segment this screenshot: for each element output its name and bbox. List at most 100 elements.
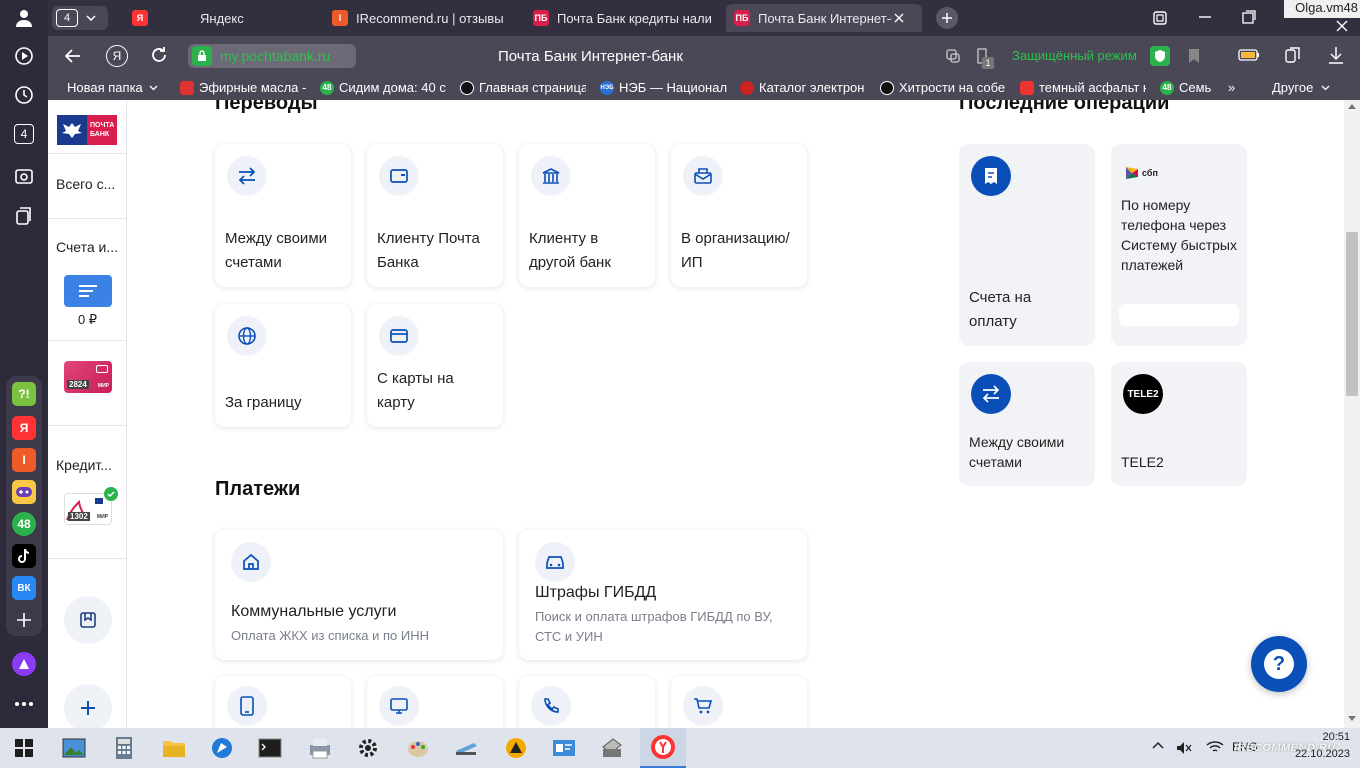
bookmark-item[interactable]: 48 Семь [1160,80,1216,95]
battery-icon[interactable] [1238,49,1260,61]
bookmark-item[interactable]: темный асфальт н [1020,80,1146,95]
bookmark-item[interactable]: Главная страница [460,80,586,95]
paint-icon[interactable] [404,734,432,762]
yandex-button-icon[interactable]: Я [106,45,128,67]
browser-blue-icon[interactable] [208,734,236,762]
app-yandex[interactable]: Я [12,416,36,440]
url-field[interactable]: my.pochtabank.ru [188,44,356,68]
bookmark-item[interactable]: Каталог электрон [740,80,866,95]
credit-label[interactable]: Кредит... [56,457,112,473]
yandex-favicon: Я [132,10,148,26]
photos-app-icon[interactable] [60,734,88,762]
add-app-icon[interactable] [12,608,36,632]
download-icon[interactable] [1328,46,1344,64]
tray-chevron-up-icon[interactable] [1152,741,1164,749]
help-button[interactable]: ? [1251,636,1307,692]
transfer-other-bank[interactable]: Клиенту в другой банк [519,144,655,287]
payment-shopping[interactable] [671,676,807,728]
printer-app-icon[interactable] [306,734,334,762]
payment-landline[interactable] [519,676,655,728]
more-icon[interactable] [12,692,36,716]
reload-icon[interactable] [150,46,168,64]
translate-icon[interactable] [945,48,961,64]
total-label[interactable]: Всего с... [56,176,115,192]
payment-internet-tv[interactable] [367,676,503,728]
yandex-browser-taskbar[interactable] [640,728,686,768]
app-tiktok-icon[interactable] [12,544,36,568]
scanner-icon[interactable] [452,734,480,762]
scroll-down-icon[interactable] [1348,716,1356,721]
app-irecommend[interactable]: I [12,448,36,472]
bookmark-icon[interactable] [1188,48,1200,64]
protect-mode-label[interactable]: Защищённый режим [1012,48,1137,63]
app-games-icon[interactable] [12,480,36,504]
recent-tele2[interactable]: TELE2 TELE2 [1111,362,1247,486]
transfer-abroad[interactable]: За границу [215,304,351,427]
bookmark-item[interactable]: НЭБ НЭБ — Национал [600,80,728,95]
payment-traffic-fines[interactable]: Штрафы ГИБДД Поиск и оплата штрафов ГИБД… [519,530,807,660]
bank-logo[interactable]: ПОЧТА БАНК [57,115,117,145]
bookmarks-panel-icon[interactable] [1152,10,1168,26]
tab-counter: 4 [56,9,78,27]
app-48[interactable]: 48 [12,512,36,536]
payment-mobile[interactable] [215,676,351,728]
app-answers[interactable]: ?! [12,382,36,406]
bookmark-item[interactable]: 48 Сидим дома: 40 с [320,80,448,95]
close-tab-icon[interactable] [894,13,904,23]
scroll-up-icon[interactable] [1348,104,1356,109]
add-product-button[interactable] [64,684,112,728]
account-card-icon[interactable] [64,275,112,307]
play-icon[interactable] [12,44,36,68]
tab-pochtabank-online[interactable]: ПБ Почта Банк Интернет-б [726,4,922,32]
shield-icon[interactable] [1150,46,1170,66]
clock-date[interactable]: 22.10.2023 [1280,748,1350,760]
maximize-icon[interactable] [1242,10,1256,24]
bookmark-item[interactable]: Эфирные масла - [180,80,308,95]
fax-icon[interactable] [598,734,626,762]
recent-heading: Последние операции [959,100,1170,114]
scroll-thumb[interactable] [1346,232,1358,396]
transfer-card-to-card[interactable]: С карты на карту [367,304,503,427]
bookmarks-other-folder[interactable]: Другое [1272,80,1330,95]
warning-app-icon[interactable] [502,734,530,762]
recent-sbp[interactable]: сбп По номеру телефона через Систему быс… [1111,144,1247,346]
history-icon[interactable] [12,83,36,107]
transfer-organization[interactable]: В организацию/ ИП [671,144,807,287]
settings-gear-icon[interactable] [354,734,382,762]
tab-irecommend[interactable]: I IRecommend.ru | отзывы [332,4,522,32]
tab-pochtabank-credit[interactable]: ПБ Почта Банк кредиты нали [533,4,723,32]
collections-panel-icon[interactable] [1284,46,1302,64]
transfer-pochtabank-client[interactable]: Клиенту Почта Банка [367,144,503,287]
page-scrollbar[interactable] [1344,100,1360,728]
terminal-icon[interactable] [256,734,284,762]
bookmark-item[interactable]: Хитрости на собе [880,80,1006,95]
bookmark-folder[interactable]: Новая папка [67,80,167,95]
transfer-own-accounts[interactable]: Между своими счетами [215,144,351,287]
back-icon[interactable] [64,47,82,65]
close-window-icon[interactable] [1336,20,1348,32]
tabs-count-icon[interactable]: 4 [14,124,34,144]
payment-utilities[interactable]: Коммунальные услуги Оплата ЖКХ из списка… [215,530,503,660]
calculator-icon[interactable] [110,734,138,762]
wifi-icon[interactable] [1206,740,1224,754]
file-explorer-icon[interactable] [160,734,188,762]
minimize-icon[interactable] [1198,10,1212,24]
alice-icon[interactable] [12,652,36,676]
bookmarks-more-button[interactable]: » [1228,80,1235,95]
bank-card-2824[interactable]: 2824 МИР [64,361,112,393]
tabs-group-button[interactable]: 4 [52,6,108,30]
accounts-label[interactable]: Счета и... [56,239,118,255]
collections-icon[interactable] [12,204,36,228]
showcase-button[interactable] [64,596,112,644]
recent-own-accounts[interactable]: Между своими счетами [959,362,1095,486]
speaker-muted-icon[interactable] [1176,740,1192,756]
id-card-app-icon[interactable] [550,734,578,762]
screenshot-icon[interactable] [12,164,36,188]
new-tab-button[interactable] [936,7,958,29]
recent-invoices[interactable]: Счета на оплату [959,144,1095,346]
windows-start-icon[interactable] [10,734,38,762]
profile-icon[interactable] [12,6,36,30]
app-vk[interactable]: ВК [12,576,36,600]
tab-yandex[interactable]: Я Яндекс [132,4,312,32]
clock-time[interactable]: 20:51 [1290,731,1350,743]
